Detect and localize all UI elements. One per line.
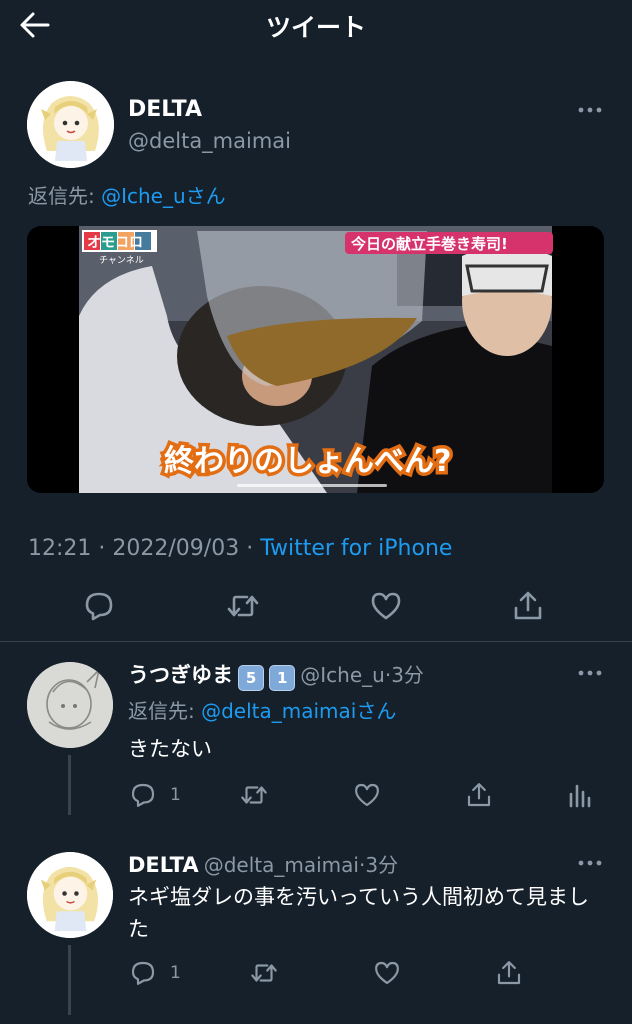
tweet-source[interactable]: Twitter for iPhone — [260, 536, 452, 561]
reply-count: 1 — [170, 963, 181, 983]
reply-context: 返信先: @delta_maimaiさん — [128, 695, 396, 724]
thread-line — [68, 945, 71, 1015]
avatar[interactable] — [27, 852, 113, 938]
media-subtitle: 終わりのしょんべん? — [164, 444, 451, 479]
reply-suffix: さん — [185, 184, 226, 208]
divider — [0, 641, 632, 642]
comment-icon — [131, 783, 155, 807]
like-button[interactable] — [372, 958, 402, 988]
retweet-button[interactable] — [239, 780, 269, 810]
badge-emoji: 5 — [238, 664, 265, 691]
reply-prefix: 返信先: — [128, 699, 195, 723]
share-button[interactable] — [510, 588, 546, 624]
avatar-illustration — [27, 81, 114, 168]
avatar-illustration — [27, 852, 113, 938]
page-title: ツイート — [265, 13, 366, 42]
reply-button[interactable]: 1 — [128, 958, 181, 988]
author-name[interactable]: DELTA — [128, 853, 199, 877]
share-icon — [497, 961, 521, 985]
reply-count: 1 — [170, 785, 181, 805]
heart-icon — [375, 961, 399, 985]
share-button[interactable] — [464, 780, 494, 810]
avatar-sketch — [27, 662, 113, 748]
tweet-time: 12:21 — [28, 536, 92, 561]
reply-button[interactable]: 1 — [128, 780, 181, 810]
author-handle[interactable]: @delta_maimai — [128, 129, 291, 153]
time-ago: 3分 — [365, 853, 399, 877]
author-name[interactable]: うつぎゆま — [128, 663, 233, 687]
analytics-icon — [569, 784, 591, 808]
heart-icon — [355, 783, 379, 807]
reply-button[interactable] — [81, 588, 117, 624]
analytics-button[interactable] — [566, 780, 594, 810]
reply-suffix: さん — [356, 699, 397, 723]
retweet-icon — [241, 786, 267, 804]
more-button[interactable] — [577, 668, 603, 678]
more-dots-icon — [578, 107, 602, 113]
reply-header: DELTA @delta_maimai·3分 — [128, 853, 399, 877]
comment-icon — [85, 592, 113, 621]
media-image: オモコロ チャンネル 今日の献立手巻き寿司! 終わりのしょんべん? — [27, 226, 604, 493]
badge-emoji: 1 — [269, 664, 296, 691]
reply-text: ネギ塩ダレの事を汚いっていう人間初めて見ました — [128, 885, 589, 941]
tweet-date: 2022/09/03 — [112, 536, 240, 561]
time-ago: 3分 — [391, 663, 424, 687]
share-button[interactable] — [494, 958, 524, 988]
reply-to-link[interactable]: @delta_maimai — [201, 699, 356, 723]
author-handle[interactable]: @Iche_u — [300, 663, 385, 687]
thread-line — [68, 755, 71, 815]
tweet-timestamp: 12:21 · 2022/09/03 · Twitter for iPhone — [28, 536, 453, 561]
retweet-button[interactable] — [225, 588, 261, 624]
more-dots-icon — [578, 670, 602, 676]
media-caption-top: 今日の献立手巻き寿司! — [350, 235, 508, 253]
reply-context: 返信先: @Iche_uさん — [28, 180, 226, 209]
avatar[interactable] — [27, 662, 113, 748]
more-button[interactable] — [577, 105, 603, 115]
avatar[interactable] — [27, 81, 114, 168]
tweet-media[interactable]: オモコロ チャンネル 今日の献立手巻き寿司! 終わりのしょんべん? — [27, 226, 604, 493]
share-icon — [514, 591, 542, 620]
reply-prefix: 返信先: — [28, 184, 95, 208]
reply-text: きたない — [128, 737, 212, 761]
media-logo: オモコロ — [87, 235, 143, 251]
retweet-icon — [251, 964, 277, 982]
media-logo-sub: チャンネル — [99, 255, 144, 266]
reply-header: うつぎゆま 5 1 @Iche_u·3分 — [128, 659, 424, 691]
retweet-icon — [227, 595, 259, 617]
like-button[interactable] — [352, 780, 382, 810]
author-name[interactable]: DELTA — [128, 97, 202, 122]
reply-to-link[interactable]: @Iche_u — [101, 184, 186, 208]
retweet-button[interactable] — [249, 958, 279, 988]
heart-icon — [371, 592, 401, 620]
more-dots-icon — [578, 860, 602, 866]
like-button[interactable] — [368, 588, 404, 624]
author-handle[interactable]: @delta_maimai — [204, 853, 359, 877]
more-button[interactable] — [577, 858, 603, 868]
comment-icon — [131, 961, 155, 985]
share-icon — [467, 783, 491, 807]
